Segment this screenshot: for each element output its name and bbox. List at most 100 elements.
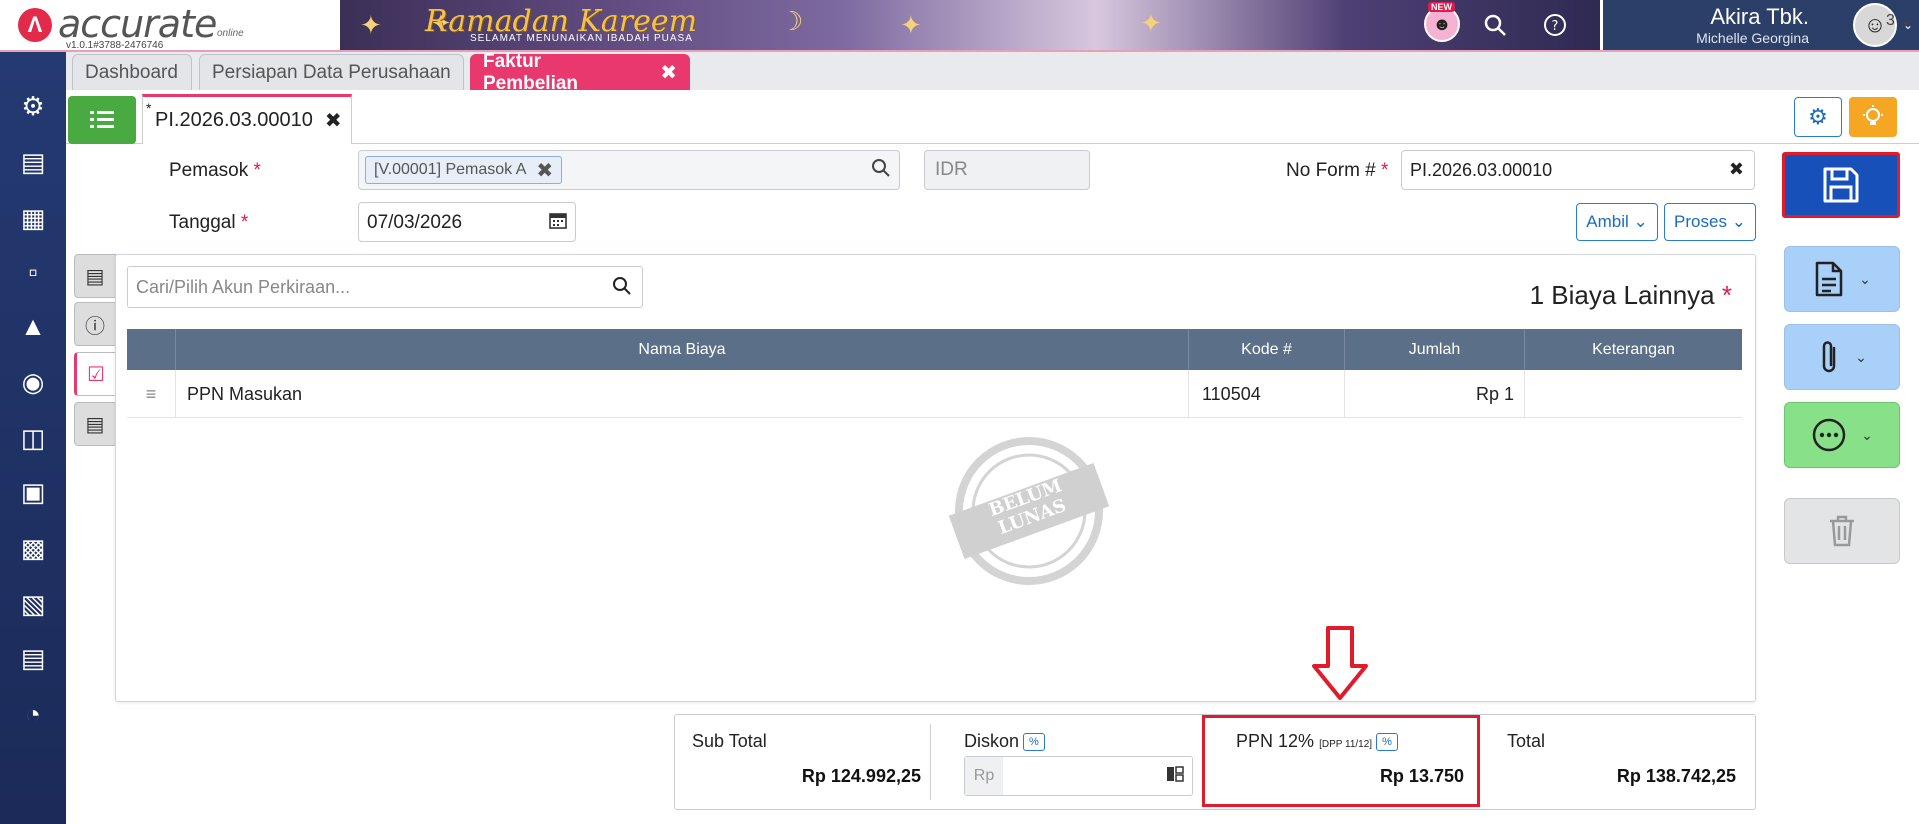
drag-column-header: [127, 329, 176, 370]
more-actions-button[interactable]: ⌄: [1784, 402, 1900, 468]
total-value: Rp 138.742,25: [1616, 766, 1736, 786]
calculator-icon[interactable]: [1166, 765, 1184, 788]
document-number: PI.2026.03.00010: [155, 109, 313, 131]
cart-icon[interactable]: ◫: [13, 418, 53, 458]
chevron-down-icon: ⌄: [1633, 212, 1648, 231]
ledger-book-icon[interactable]: ▫: [13, 252, 53, 292]
gear-icon: ⚙: [1808, 104, 1828, 129]
account-search-input[interactable]: Cari/Pilih Akun Perkiraan...: [127, 266, 643, 308]
supplier-field[interactable]: [V.00001] Pemasok A ✖: [358, 150, 900, 190]
chevron-down-icon: ⌄: [1861, 426, 1873, 443]
subtotal-label: Sub Total: [692, 731, 767, 751]
chevron-down-icon: ⌄: [1731, 212, 1746, 231]
close-icon[interactable]: ✖: [325, 108, 342, 133]
unpaid-stamp: BELUM LUNAS: [944, 436, 1114, 586]
purchase-cart-icon[interactable]: ▣: [13, 472, 53, 512]
chevron-down-icon: ⌄: [1859, 270, 1871, 287]
list-icon: [90, 111, 114, 128]
app-version: v1.0.1#3788-2476746: [66, 40, 164, 51]
cash-register-icon[interactable]: ▤: [13, 142, 53, 182]
column-keterangan[interactable]: Keterangan: [1525, 329, 1742, 370]
column-kode[interactable]: Kode #: [1189, 329, 1345, 370]
lightbulb-icon: [1863, 105, 1883, 125]
drag-handle-icon[interactable]: ≡: [127, 370, 176, 418]
chevron-down-icon: ⌄: [1855, 348, 1867, 365]
tab-dashboard[interactable]: Dashboard: [72, 54, 192, 90]
banner-subtitle: SELAMAT MENUNAIKAN IBADAH PUASA: [470, 33, 693, 44]
print-document-button[interactable]: ⌄: [1784, 246, 1900, 312]
app-logo[interactable]: Λ accurate online v1.0.1#3788-2476746: [18, 2, 244, 51]
date-label: Tanggal *: [169, 212, 249, 233]
proses-button[interactable]: Proses ⌄: [1664, 203, 1756, 241]
help-icon[interactable]: ?: [1538, 8, 1572, 42]
search-placeholder: Cari/Pilih Akun Perkiraan...: [136, 277, 351, 297]
column-nama-biaya[interactable]: Nama Biaya: [176, 329, 1189, 370]
document-tab[interactable]: PI.2026.03.00010 ✖: [142, 94, 352, 144]
modified-marker: *: [146, 100, 152, 116]
supplier-label: Pemasok *: [169, 160, 261, 181]
down-arrow-annotation: [1312, 626, 1368, 700]
money-bag-icon[interactable]: ◉: [13, 362, 53, 402]
paperclip-icon: [1822, 341, 1836, 373]
supplier-value: [V.00001] Pemasok A: [374, 161, 527, 178]
costs-count-title: 1 Biaya Lainnya *: [1529, 280, 1732, 310]
logo-online-text: online: [217, 28, 244, 39]
tax-icon[interactable]: ▤: [13, 638, 53, 678]
payment-tab[interactable]: ▤: [74, 402, 116, 446]
detail-document-tab[interactable]: ▤: [74, 254, 116, 298]
calendar-icon[interactable]: [549, 211, 567, 235]
search-icon[interactable]: [1478, 8, 1512, 42]
cell-keterangan: [1525, 370, 1742, 418]
lantern-icon: ✦: [1140, 8, 1162, 38]
divider: [930, 724, 931, 800]
total-label: Total: [1507, 731, 1546, 751]
user-name: Michelle Georgina: [1696, 30, 1809, 46]
tab-persiapan-data[interactable]: Persiapan Data Perusahaan: [199, 54, 464, 90]
delete-button[interactable]: [1784, 498, 1900, 564]
date-value: 07/03/2026: [367, 212, 463, 233]
settings-gear-icon[interactable]: ⚙: [13, 86, 53, 126]
discount-input[interactable]: Rp: [964, 756, 1193, 796]
tab-count[interactable]: 3 ⌄: [1886, 10, 1913, 30]
discount-percent-button[interactable]: %: [1023, 733, 1045, 752]
attachment-button[interactable]: ⌄: [1784, 324, 1900, 390]
lantern-icon: ✦: [360, 10, 382, 40]
date-field[interactable]: 07/03/2026: [358, 202, 576, 242]
report-chart-icon[interactable]: ◔: [13, 694, 53, 734]
supplier-chip[interactable]: [V.00001] Pemasok A ✖: [365, 156, 563, 184]
trash-icon: [1830, 515, 1854, 547]
clear-icon[interactable]: ✖: [1729, 159, 1744, 180]
other-costs-panel: [115, 254, 1756, 702]
subtotal-value: Rp 124.992,25: [801, 766, 921, 786]
column-jumlah[interactable]: Jumlah: [1345, 329, 1525, 370]
info-icon: ⓘ: [85, 315, 105, 338]
search-icon[interactable]: [871, 158, 891, 184]
more-dots-icon: [1812, 418, 1846, 452]
lantern-icon: ✦: [900, 10, 922, 40]
ppn-highlight-box: [1202, 715, 1480, 807]
tab-faktur-pembelian[interactable]: Faktur Pembelian ✖: [470, 51, 690, 94]
company-building-icon[interactable]: ▦: [13, 198, 53, 238]
production-icon[interactable]: ▧: [13, 584, 53, 624]
noform-field[interactable]: PI.2026.03.00010 ✖: [1401, 150, 1755, 190]
bank-icon[interactable]: ▲: [13, 306, 53, 346]
other-costs-tab[interactable]: ☑: [74, 352, 116, 396]
currency-field[interactable]: IDR: [924, 150, 1090, 190]
close-icon[interactable]: ✖: [660, 60, 677, 85]
cell-kode: 110504: [1189, 370, 1345, 418]
table-header: Nama Biaya Kode # Jumlah Keterangan: [127, 329, 1742, 370]
ambil-button[interactable]: Ambil ⌄: [1576, 203, 1658, 241]
tips-button[interactable]: [1849, 97, 1897, 137]
list-view-button[interactable]: [68, 96, 136, 144]
form-settings-button[interactable]: ⚙: [1794, 97, 1842, 137]
remove-icon[interactable]: ✖: [536, 158, 553, 183]
new-badge: NEW: [1428, 2, 1455, 12]
warehouse-icon[interactable]: ▩: [13, 528, 53, 568]
info-tab[interactable]: ⓘ: [74, 302, 116, 346]
svg-text:?: ?: [1552, 19, 1559, 34]
search-icon[interactable]: [612, 276, 632, 302]
company-name: Akira Tbk.: [1710, 4, 1809, 29]
save-button[interactable]: [1782, 152, 1900, 218]
logo-mark-icon: Λ: [18, 8, 52, 42]
save-floppy-icon: [1823, 167, 1859, 203]
